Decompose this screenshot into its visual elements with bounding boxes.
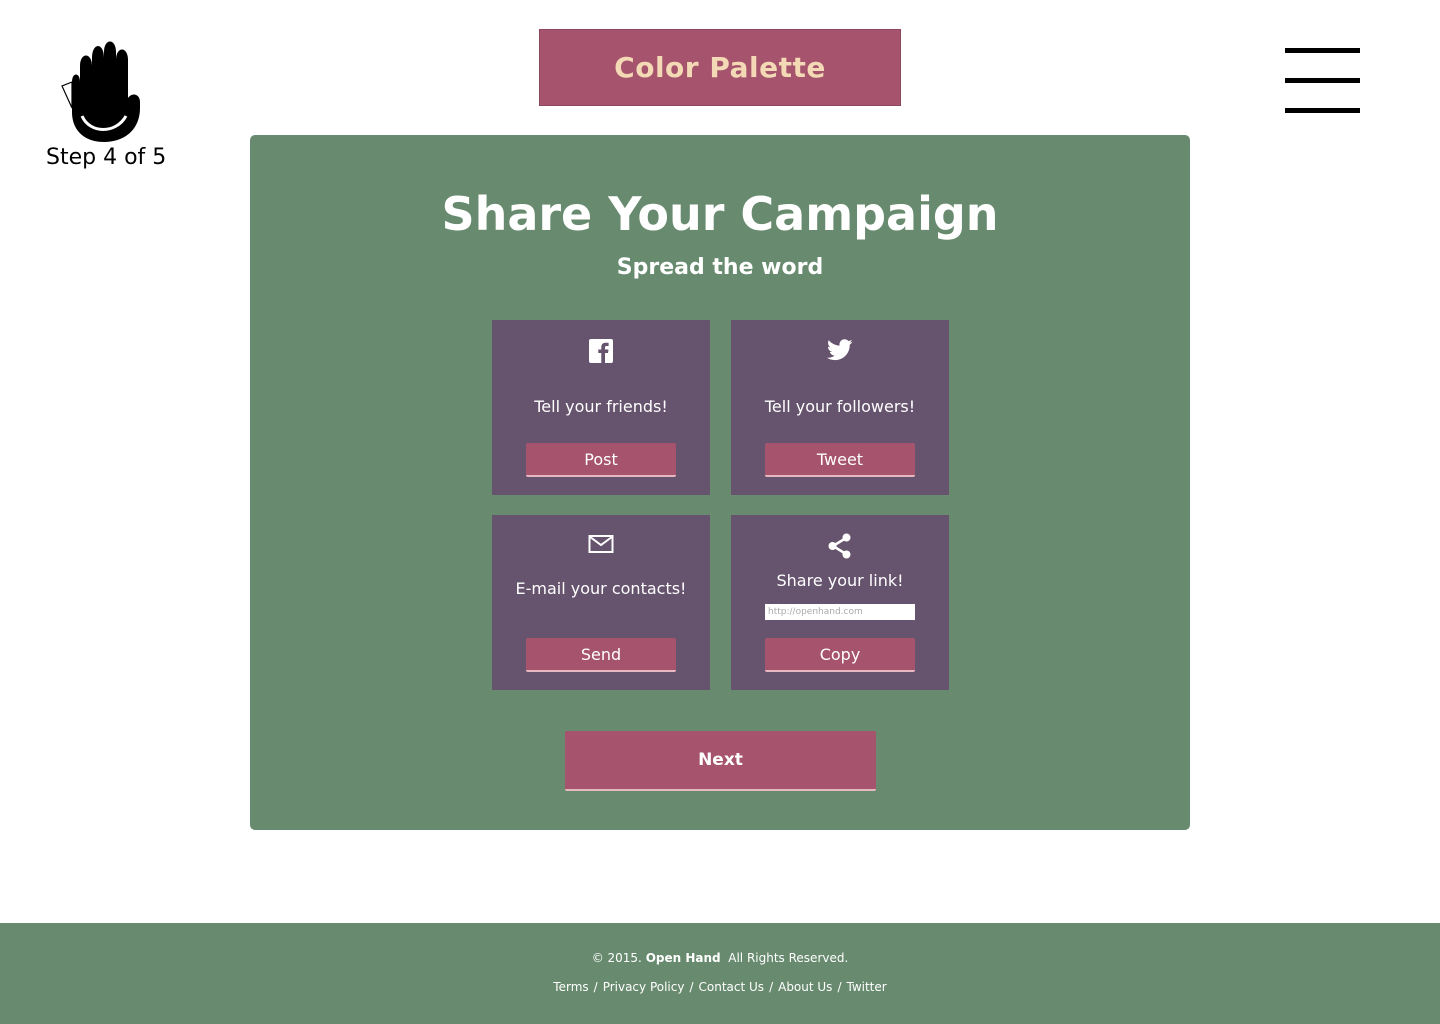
separator: / — [593, 980, 598, 994]
separator: / — [689, 980, 694, 994]
mail-icon[interactable] — [588, 533, 614, 555]
card-text: Tell your followers! — [764, 397, 916, 416]
copyright: © 2015. Open Hand All Rights Reserved. — [0, 951, 1440, 965]
step-indicator: Step 4 of 5 — [46, 145, 167, 170]
card-text: Tell your friends! — [534, 397, 668, 416]
page-subtitle: Spread the word — [616, 255, 824, 280]
email-share-card: E-mail your contacts! Send — [492, 515, 710, 690]
footer-link-contact[interactable]: Contact Us — [699, 980, 765, 994]
logo[interactable] — [46, 38, 166, 144]
copyright-suffix: All Rights Reserved. — [728, 951, 849, 965]
menu-bar — [1285, 78, 1360, 83]
card-text: Share your link! — [776, 571, 904, 590]
share-campaign-panel: Share Your Campaign Spread the word Tell… — [250, 135, 1190, 830]
footer-links: Terms / Privacy Policy / Contact Us / About Us… — [0, 980, 1440, 994]
share-link-input[interactable] — [765, 604, 915, 620]
share-icon[interactable] — [827, 533, 853, 559]
footer-link-about[interactable]: About Us — [778, 980, 832, 994]
tweet-button[interactable]: Tweet — [765, 443, 915, 477]
color-palette-badge[interactable]: Color Palette — [539, 29, 901, 106]
brand-name: Open Hand — [645, 951, 721, 965]
facebook-icon[interactable] — [588, 338, 614, 364]
menu-bar — [1285, 108, 1360, 113]
send-button[interactable]: Send — [526, 638, 676, 672]
footer: © 2015. Open Hand All Rights Reserved. T… — [0, 923, 1440, 1024]
post-button[interactable]: Post — [526, 443, 676, 477]
next-button[interactable]: Next — [565, 731, 876, 791]
hamburger-menu-icon[interactable] — [1285, 48, 1360, 114]
color-palette-label: Color Palette — [614, 51, 826, 84]
card-text: E-mail your contacts! — [515, 579, 687, 598]
facebook-share-card: Tell your friends! Post — [492, 320, 710, 495]
twitter-icon[interactable] — [827, 338, 853, 362]
separator: / — [769, 980, 774, 994]
hand-logo-icon — [61, 41, 140, 142]
menu-bar — [1285, 48, 1360, 53]
link-share-card: Share your link! Copy — [731, 515, 949, 690]
twitter-share-card: Tell your followers! Tweet — [731, 320, 949, 495]
copy-button[interactable]: Copy — [765, 638, 915, 672]
copyright-prefix: © 2015. — [591, 951, 642, 965]
page-title: Share Your Campaign — [441, 187, 999, 241]
footer-link-terms[interactable]: Terms — [553, 980, 588, 994]
footer-link-privacy[interactable]: Privacy Policy — [603, 980, 685, 994]
footer-link-twitter[interactable]: Twitter — [846, 980, 886, 994]
separator: / — [837, 980, 842, 994]
